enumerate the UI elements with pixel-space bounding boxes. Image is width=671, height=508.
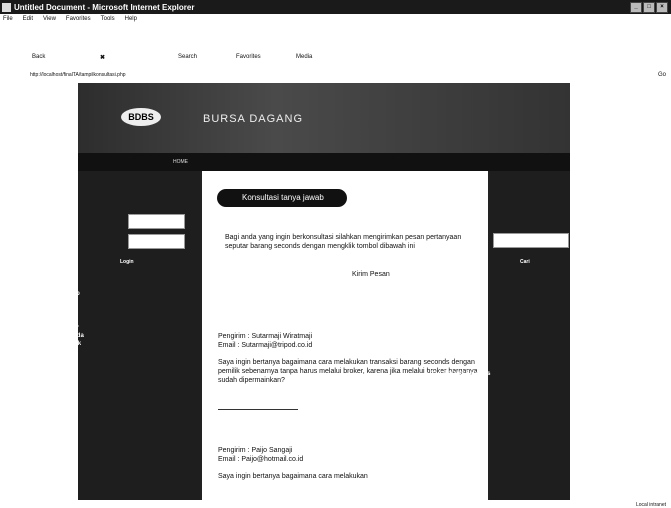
category-list: Komputer Laptop Handphone PDA Alat Musik… [26,290,84,382]
password-input[interactable] [128,234,185,249]
category-item[interactable]: Kendaraan Sepeda [26,332,84,340]
menu-view[interactable]: View [43,16,56,26]
main-content: Konsultasi tanya jawab Bagi anda yang in… [202,171,488,500]
back-button[interactable]: Back [32,54,45,60]
nav-home[interactable]: HOME [173,159,188,165]
address-bar: http://localhost/finalTA/tampilkonsultas… [0,70,671,82]
menu-favorites[interactable]: Favorites [66,16,91,26]
menu-file[interactable]: File [3,16,13,26]
category-item[interactable]: Arloji Jam [26,366,84,374]
category-item[interactable]: Barang Elektronik [26,340,84,348]
site-logo[interactable]: BDBS [121,108,161,126]
info-link[interactable]: Info Barter Barang [426,404,490,412]
username-input[interactable] [128,214,185,229]
info-link[interactable]: Info Barang Hilang [426,387,490,395]
search-button[interactable]: Search [178,54,197,60]
menu-bar: File Edit View Favorites Tools Help [0,16,137,26]
info-link[interactable]: Cari Rekan Bisnis [426,378,490,386]
media-button[interactable]: Media [296,54,312,60]
menu-edit[interactable]: Edit [23,16,33,26]
window-controls: _ □ × [630,2,668,13]
email-value: : Paijo@hotmail.co.id [237,456,304,463]
category-item[interactable]: Batu Mulia [26,374,84,382]
search-submit-button[interactable]: Cari [520,259,530,265]
category-item[interactable]: Suku Cadang [26,357,84,365]
sender-value: : Sutarmaji Wiratmaji [247,333,313,340]
category-item[interactable]: Handphone PDA [26,298,84,306]
login-button[interactable]: Login [120,259,134,265]
sender-label: Pengirim [218,447,246,454]
menu-tools[interactable]: Tools [101,16,115,26]
left-sidebar: Login [78,171,200,500]
window-title: Untitled Document - Microsoft Internet E… [14,2,195,12]
email-value: : Sutarmaji@tripod.co.id [237,342,313,349]
search-input[interactable] [493,233,569,248]
email-label: Email [218,456,236,463]
intro-text: Bagi anda yang ingin berkonsultasi silah… [225,234,462,250]
send-message-link[interactable]: Kirim Pesan [352,271,390,278]
address-input[interactable]: http://localhost/finalTA/tampilkonsultas… [30,72,126,78]
message-text: Saya ingin bertanya bagaimana cara melak… [218,473,368,480]
divider [218,409,298,410]
info-link-list: Cari Barang Seconds Cari Rekan Bisnis In… [426,370,491,420]
maximize-button[interactable]: □ [643,2,655,13]
category-item[interactable]: Kendaraan Motor [26,324,84,332]
info-link[interactable]: Info Service Center [426,395,490,403]
close-button[interactable]: × [656,2,668,13]
category-item[interactable]: Alat Musik [26,307,84,315]
sender-label: Pengirim [218,333,246,340]
site-banner: BDBS BURSA DAGANG [78,83,570,153]
stop-icon[interactable]: ✖ [100,54,105,61]
nav-bar: HOME [78,153,570,171]
info-link[interactable]: Cari Barang Seconds [426,370,491,378]
minimize-button[interactable]: _ [630,2,642,13]
message-entry: Pengirim : Paijo Sangaji Email : Paijo@h… [218,446,480,481]
favorites-button[interactable]: Favorites [236,54,261,60]
page-title: Konsultasi tanya jawab [217,189,347,207]
category-item[interactable]: Komputer Laptop [26,290,84,298]
email-label: Email [218,342,236,349]
ie-icon [2,2,11,12]
sender-value: : Paijo Sangaji [247,447,293,454]
status-zone: Local intranet [635,502,666,508]
info-link[interactable]: Info Lain lain [426,412,490,420]
toolbar: Back ✖ Search Favorites Media [0,27,671,61]
right-sidebar: Cari [490,171,570,500]
category-item[interactable]: Barang Antik [26,349,84,357]
web-page: BDBS BURSA DAGANG HOME Login Konsultasi … [78,83,570,500]
menu-help[interactable]: Help [125,16,137,26]
site-title: BURSA DAGANG [203,113,304,125]
go-button[interactable]: Go [658,72,666,78]
category-item[interactable]: Kendaraan Mobil [26,315,84,323]
title-bar: Untitled Document - Microsoft Internet E… [0,0,671,14]
